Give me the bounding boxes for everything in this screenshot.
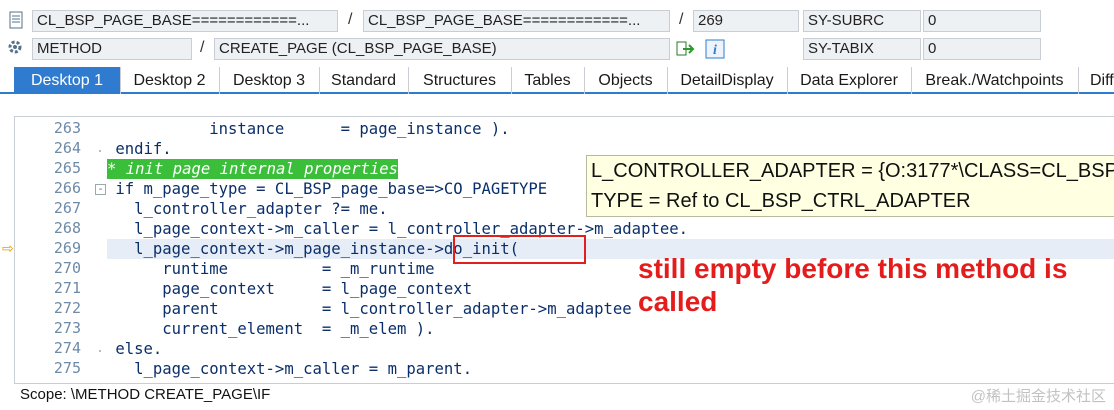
desktop-tab-bar: Desktop 1 Desktop 2 Desktop 3 Standard S… bbox=[0, 64, 1114, 94]
tab-objects[interactable]: Objects bbox=[584, 67, 668, 94]
document-icon bbox=[6, 10, 26, 30]
sy-subrc-label: SY-SUBRC bbox=[803, 10, 921, 32]
execution-pointer-icon: ⇨ bbox=[2, 240, 14, 256]
tab-structures[interactable]: Structures bbox=[408, 67, 512, 94]
event-name-field[interactable]: CREATE_PAGE (CL_BSP_PAGE_BASE) bbox=[214, 38, 670, 60]
gear-icon bbox=[6, 38, 26, 58]
code-line: l_page_context->m_caller = l_controller_… bbox=[59, 220, 689, 238]
code-line: instance = page_instance ). bbox=[59, 120, 510, 138]
tab-desktop-3[interactable]: Desktop 3 bbox=[219, 67, 320, 94]
navigate-icon[interactable] bbox=[676, 40, 696, 58]
code-line: parent = l_controller_adapter->m_adaptee bbox=[59, 300, 632, 318]
tooltip-value-line: L_CONTROLLER_ADAPTER = {O:3177*\CLASS=CL… bbox=[591, 160, 1114, 182]
path-separator: / bbox=[200, 39, 205, 56]
tab-diff[interactable]: Diff bbox=[1078, 67, 1114, 94]
scope-status: Scope: \METHOD CREATE_PAGE\IF bbox=[20, 386, 271, 403]
code-line: page_context = l_page_context bbox=[59, 280, 473, 298]
tab-detaildisplay[interactable]: DetailDisplay bbox=[667, 67, 788, 94]
code-line: runtime = _m_runtime bbox=[59, 260, 435, 278]
svg-text:i: i bbox=[713, 43, 717, 58]
sy-tabix-value: 0 bbox=[923, 38, 1041, 60]
sy-subrc-value: 0 bbox=[923, 10, 1041, 32]
path-separator: / bbox=[348, 11, 353, 28]
header-row-event: METHOD / CREATE_PAGE (CL_BSP_PAGE_BASE) … bbox=[0, 36, 1114, 64]
tab-tables[interactable]: Tables bbox=[511, 67, 585, 94]
annotation-note: still empty before this method is called bbox=[638, 253, 1068, 317]
code-line: if m_page_type = CL_BSP_page_base=>CO_PA… bbox=[59, 180, 548, 198]
event-type-field[interactable]: METHOD bbox=[32, 38, 192, 60]
code-line: endif. bbox=[59, 140, 172, 158]
program-include-field[interactable]: CL_BSP_PAGE_BASE============... bbox=[363, 10, 670, 32]
highlight-box bbox=[453, 235, 586, 264]
path-separator: / bbox=[679, 11, 684, 28]
code-line: l_controller_adapter ?= me. bbox=[59, 200, 388, 218]
watermark: @稀土掘金技术社区 bbox=[970, 388, 1106, 405]
program-main-field[interactable]: CL_BSP_PAGE_BASE============... bbox=[32, 10, 338, 32]
tab-desktop-1[interactable]: Desktop 1 bbox=[14, 67, 121, 94]
code-line: l_page_context->m_caller = m_parent. bbox=[59, 360, 473, 378]
variable-tooltip: L_CONTROLLER_ADAPTER = {O:3177*\CLASS=CL… bbox=[586, 155, 1114, 217]
line-number: 265 bbox=[53, 159, 81, 177]
info-icon[interactable]: i bbox=[705, 39, 725, 59]
code-line-current: l_page_context->m_page_instance->do_init… bbox=[59, 240, 520, 258]
sy-tabix-label: SY-TABIX bbox=[803, 38, 921, 60]
code-line: current_element = _m_elem ). bbox=[59, 320, 435, 338]
code-line: else. bbox=[59, 340, 163, 358]
tooltip-type-line: TYPE = Ref to CL_BSP_CTRL_ADAPTER bbox=[591, 190, 971, 212]
tab-desktop-2[interactable]: Desktop 2 bbox=[120, 67, 220, 94]
header-row-program: CL_BSP_PAGE_BASE============... / CL_BSP… bbox=[0, 8, 1114, 36]
tab-standard[interactable]: Standard bbox=[319, 67, 409, 94]
tab-data-explorer[interactable]: Data Explorer bbox=[787, 67, 912, 94]
tab-break-watchpoints[interactable]: Break./Watchpoints bbox=[911, 67, 1079, 94]
code-comment-line: * init page internal properties bbox=[107, 159, 399, 179]
line-number-field[interactable]: 269 bbox=[693, 10, 799, 32]
